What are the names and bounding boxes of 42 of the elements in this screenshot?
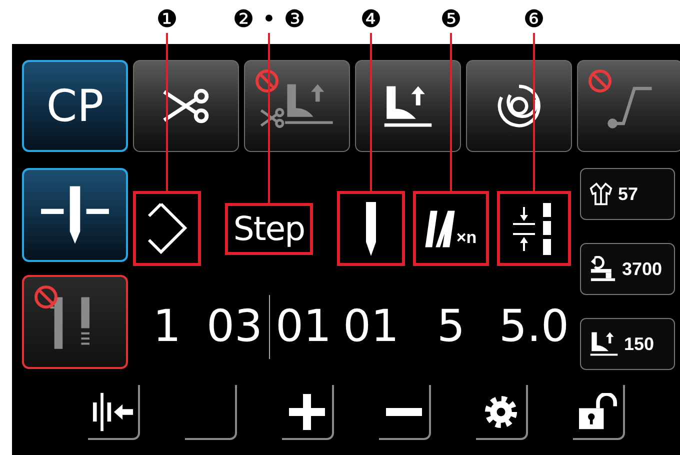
needle-with-lines-icon	[39, 184, 111, 246]
icon-button[interactable]	[133, 60, 239, 152]
presser-foot-lift-icon	[382, 84, 434, 128]
icon-button[interactable]	[22, 168, 128, 262]
prohibited-icon	[34, 285, 58, 309]
spiral-icon	[495, 82, 543, 130]
needle-icon	[364, 200, 378, 258]
slanted-stitch-icon	[425, 208, 456, 248]
parameter-value: 5	[437, 302, 465, 352]
times-n-label: ×n	[456, 228, 477, 248]
shirt-icon	[589, 182, 613, 206]
scissors-icon	[162, 88, 210, 124]
icon-button[interactable]	[466, 60, 572, 152]
counter-button[interactable]: 150	[580, 318, 675, 370]
sewing-machine-icon	[589, 256, 617, 282]
open-padlock-icon	[577, 392, 619, 430]
prohibited-icon	[588, 69, 612, 93]
parameter-value: 01	[343, 302, 399, 352]
cp-button[interactable]: CP	[22, 60, 128, 152]
counter-button[interactable]: 3700	[580, 243, 675, 295]
icon-button[interactable]	[355, 60, 461, 152]
counter-value: 57	[618, 184, 638, 204]
callout-number: ❻	[523, 5, 545, 33]
parameter-value: 03	[206, 302, 262, 352]
counter-value: 3700	[622, 258, 662, 280]
presser-foot-lift-icon	[589, 331, 619, 357]
scissors-and-presser-foot-icon	[259, 82, 335, 130]
callout-number: ❷ • ❸	[232, 5, 306, 33]
callout-number: ❺	[440, 5, 462, 33]
plus-icon	[289, 394, 325, 430]
callout-number: ❹	[360, 5, 382, 33]
counter-value: 150	[624, 334, 654, 354]
bars-arrow-left-icon	[91, 390, 135, 432]
settings-icon	[484, 394, 518, 428]
minus-icon	[386, 408, 422, 416]
prohibited-icon	[255, 69, 279, 93]
parameter-value: 5.0	[499, 302, 569, 352]
counter-button[interactable]: 57	[580, 168, 675, 220]
parameter-value: 01	[276, 302, 332, 352]
step-label: Step	[233, 209, 305, 248]
parameter-value: 1	[153, 302, 181, 352]
callout-number: ❶	[156, 5, 178, 33]
